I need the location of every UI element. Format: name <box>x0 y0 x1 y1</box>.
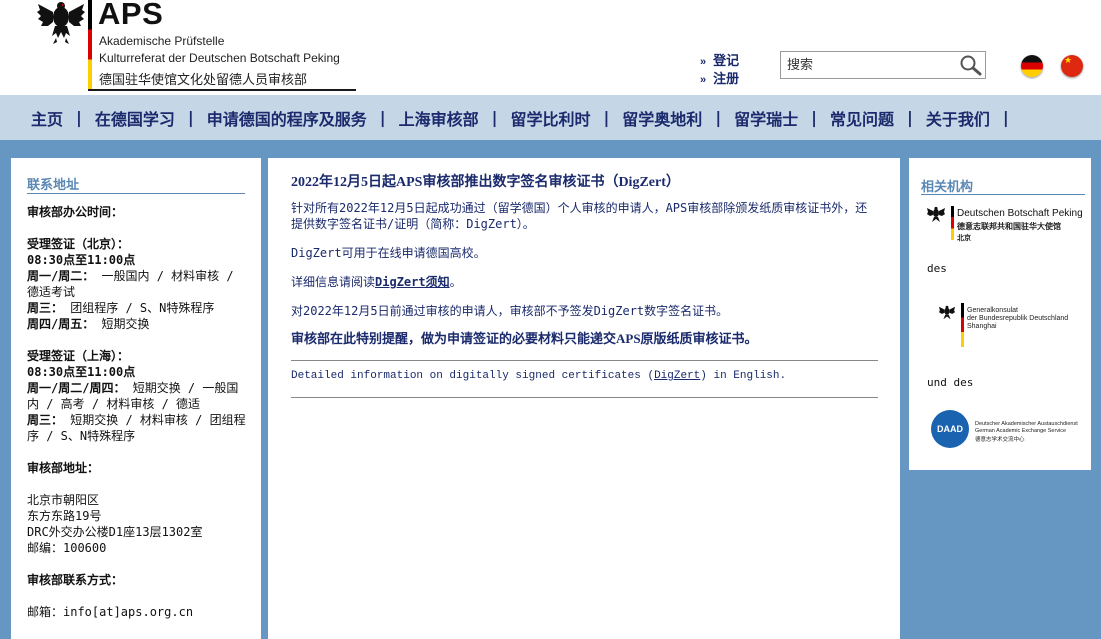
shanghai-line-1: 周一/周二/周四： 短期交换 / 一般国内 / 高考 / 材料审核 / 德适 <box>27 381 239 411</box>
address-title: 审核部地址： <box>27 461 100 475</box>
office-hours-title: 审核部办公时间： <box>27 205 124 219</box>
nav-separator: | <box>1002 108 1009 127</box>
nav-separator: | <box>715 108 722 127</box>
logo-title[interactable]: APS <box>98 0 163 32</box>
search-box <box>780 51 986 79</box>
article-title: 2022年12月5日起APS审核部推出数字签名审核证书（DigZert） <box>291 175 680 190</box>
article-paragraph-3: 详细信息请阅读DigZert须知。 <box>291 275 462 289</box>
double-chevron-right-icon: » <box>700 74 707 86</box>
nav-item-faq[interactable]: 常见问题 <box>830 106 894 130</box>
nav-separator: | <box>811 108 818 127</box>
consulate-line-2: der Bundesrepublik Deutschland <box>967 315 1069 322</box>
federal-eagle-icon <box>939 305 955 320</box>
beijing-line-3: 周四/周五： 短期交换 <box>27 317 150 331</box>
shanghai-line-2: 周三： 短期交换 / 材料审核 / 团组程序 / S、N特殊程序 <box>27 413 246 443</box>
nav-separator: | <box>907 108 913 127</box>
beijing-line-1: 周一/周二： 一般国内 / 材料审核 / 德适考试 <box>27 269 234 299</box>
nav-item-home[interactable]: 主页 <box>31 106 63 130</box>
nav-separator: | <box>379 108 386 127</box>
nav-item-shanghai[interactable]: 上海审核部 <box>399 106 479 130</box>
daad-circle-icon: DAAD <box>931 410 969 448</box>
digzert-notice-link[interactable]: DigZert须知 <box>375 275 450 289</box>
federal-eagle-icon <box>927 206 945 222</box>
divider <box>921 194 1085 195</box>
consulate-line-3: Shanghai <box>967 323 997 330</box>
address-line: 北京市朝阳区 <box>27 493 100 507</box>
logo-underline <box>88 89 356 91</box>
nav-separator: | <box>76 108 82 127</box>
main-nav: 主页 | 在德国学习 | 申请德国的程序及服务 | 上海审核部 | 留学比利时 … <box>0 95 1101 140</box>
nav-separator: | <box>187 108 194 127</box>
beijing-time: 08:30点至11:00点 <box>27 253 136 267</box>
institution-connector: und des <box>927 376 974 389</box>
site-header: APS Akademische Prüfstelle Kulturreferat… <box>0 0 1101 95</box>
german-flag-icon[interactable] <box>1021 55 1043 77</box>
related-institutions-panel: 相关机构 Deutschen Botschaft Peking 德意志联邦共和国… <box>909 158 1091 470</box>
nav-item-switzerland[interactable]: 留学瑞士 <box>734 106 798 130</box>
address-line: 东方东路19号 <box>27 509 102 523</box>
daad-line-3: 德意志学术交流中心 <box>975 437 1025 443</box>
chinese-flag-icon[interactable]: ★ <box>1061 55 1083 77</box>
german-flag-stripe <box>951 206 954 240</box>
consulate-logo[interactable]: Generalkonsulat der Bundesrepublik Deuts… <box>937 303 1077 347</box>
digzert-english-link[interactable]: DigZert <box>654 370 700 382</box>
shanghai-time: 08:30点至11:00点 <box>27 365 136 379</box>
shanghai-title: 受理签证（上海）： <box>27 349 130 363</box>
nav-item-austria[interactable]: 留学奥地利 <box>622 106 702 130</box>
contact-panel-title: 联系地址 <box>27 178 80 193</box>
nav-separator: | <box>491 108 498 127</box>
contact-email: 邮箱：info[at]aps.org.cn <box>27 605 194 619</box>
embassy-name-cn: 德意志联邦共和国驻华大使馆 <box>957 222 1061 231</box>
institution-connector: des <box>927 262 947 275</box>
divider <box>27 193 245 194</box>
article-notice: 审核部在此特别提醒，做为申请签证的必要材料只能递交APS原版纸质审核证书。 <box>291 331 758 346</box>
article-paragraph-4: 对2022年12月5日前通过审核的申请人，审核部不予签发DigZert数字签名证… <box>291 304 729 318</box>
contact-title: 审核部联系方式： <box>27 573 124 587</box>
star-icon: ★ <box>1064 56 1073 66</box>
logo-subtitle-1: Akademische Prüfstelle <box>99 34 225 48</box>
address-line: DRC外交办公楼D1座13层1302室 <box>27 525 203 539</box>
address-line: 邮编：100600 <box>27 541 107 555</box>
divider <box>291 397 878 398</box>
related-institutions-title: 相关机构 <box>921 180 974 195</box>
register-label: 注册 <box>713 71 740 86</box>
nav-item-study-in-germany[interactable]: 在德国学习 <box>95 106 175 130</box>
nav-item-belgium[interactable]: 留学比利时 <box>510 106 590 130</box>
article-paragraph-1: 针对所有2022年12月5日起成功通过（留学德国）个人审核的申请人，APS审核部… <box>291 201 868 231</box>
nav-separator: | <box>603 108 610 127</box>
federal-eagle-icon <box>37 2 85 44</box>
logo-subtitle-2: Kulturreferat der Deutschen Botschaft Pe… <box>99 51 340 65</box>
login-label: 登记 <box>713 53 740 68</box>
double-chevron-right-icon: » <box>700 56 707 68</box>
article-paragraph-2: DigZert可用于在线申请德国高校。 <box>291 246 486 260</box>
consulate-line-1: Generalkonsulat <box>967 307 1018 314</box>
embassy-city: 北京 <box>957 234 971 242</box>
divider <box>291 360 878 361</box>
beijing-title: 受理签证（北京）： <box>27 237 130 251</box>
english-info: Detailed information on digitally signed… <box>291 370 787 382</box>
nav-item-about[interactable]: 关于我们 <box>926 106 990 130</box>
search-icon[interactable] <box>959 54 983 76</box>
daad-line-1: Deutscher Akademischer Austauschdienst <box>975 421 1078 427</box>
search-input[interactable] <box>787 56 957 74</box>
embassy-name: Deutschen Botschaft Peking <box>957 208 1083 219</box>
contact-content: 审核部办公时间： 受理签证（北京）： 08:30点至11:00点 周一/周二： … <box>27 204 249 620</box>
german-flag-stripe <box>88 0 92 90</box>
register-link[interactable]: » 注册 <box>700 68 739 87</box>
embassy-logo[interactable]: Deutschen Botschaft Peking 德意志联邦共和国驻华大使馆… <box>927 206 1087 246</box>
beijing-line-2: 周三： 团组程序 / S、N特殊程序 <box>27 301 215 315</box>
contact-panel: 联系地址 审核部办公时间： 受理签证（北京）： 08:30点至11:00点 周一… <box>11 158 261 639</box>
article-panel: 2022年12月5日起APS审核部推出数字签名审核证书（DigZert） 针对所… <box>268 158 900 639</box>
logo-subtitle-3: 德国驻华使馆文化处留德人员审核部 <box>99 72 308 87</box>
german-flag-stripe <box>961 303 964 347</box>
daad-logo[interactable]: DAAD Deutscher Akademischer Austauschdie… <box>931 408 1091 448</box>
nav-item-application-procedures[interactable]: 申请德国的程序及服务 <box>207 106 367 130</box>
daad-line-2: German Academic Exchange Service <box>975 428 1067 434</box>
login-link[interactable]: » 登记 <box>700 50 739 69</box>
